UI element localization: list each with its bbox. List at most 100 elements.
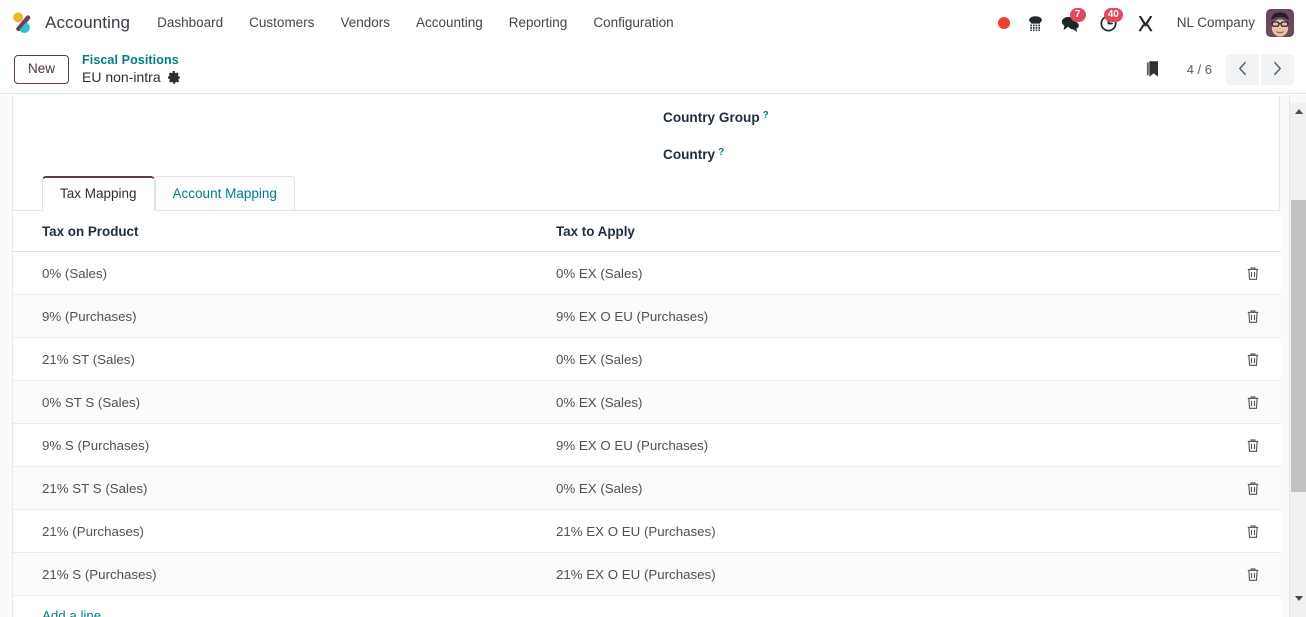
cell-tax-to-apply[interactable]: 0% EX (Sales) [556,466,1224,510]
cell-tax-on-product[interactable]: 21% (Purchases) [13,509,556,553]
cell-tax-on-product[interactable]: 21% ST (Sales) [13,337,556,381]
menu-item-reporting[interactable]: Reporting [496,0,581,46]
table-row[interactable]: 21% ST (Sales) 0% EX (Sales) [13,337,1281,381]
menu-item-customers[interactable]: Customers [236,0,327,46]
chevron-right-icon [1273,61,1282,79]
pager-buttons [1226,54,1294,85]
record-dot-icon[interactable] [989,0,1019,46]
vertical-scrollbar[interactable] [1289,95,1306,617]
messages-count-badge: 7 [1069,8,1086,22]
cell-actions [1224,251,1281,295]
column-header-tax-to-apply[interactable]: Tax to Apply [556,211,1224,252]
activities-clock-icon[interactable]: 40 [1089,0,1129,46]
trash-icon[interactable] [1243,306,1263,326]
cell-tax-on-product[interactable]: 9% (Purchases) [13,294,556,338]
pager-value[interactable]: 4 / 6 [1171,62,1226,77]
top-navbar: Accounting Dashboard Customers Vendors A… [0,0,1306,46]
table-row[interactable]: 9% S (Purchases) 9% EX O EU (Purchases) [13,423,1281,467]
cell-tax-to-apply[interactable]: 9% EX O EU (Purchases) [556,423,1224,467]
scrollbar-track-top [1290,95,1306,103]
menu-item-vendors[interactable]: Vendors [327,0,403,46]
field-country: Country ? [663,147,724,162]
field-label-country: Country [663,147,716,162]
trash-icon[interactable] [1243,349,1263,369]
breadcrumb-parent-fiscal-positions[interactable]: Fiscal Positions [82,53,181,68]
control-panel: New Fiscal Positions EU non-intra 4 / 6 [0,46,1306,94]
help-icon-country-group[interactable]: ? [763,110,769,121]
form-field-columns: Country Group ? Country ? [13,95,1279,177]
cell-actions [1224,423,1281,467]
table-row[interactable]: 21% ST S (Sales) 0% EX (Sales) [13,466,1281,510]
cell-tax-on-product[interactable]: 9% S (Purchases) [13,423,556,467]
user-avatar[interactable] [1266,9,1294,37]
field-country-group: Country Group ? [663,110,769,125]
cell-tax-to-apply[interactable]: 0% EX (Sales) [556,337,1224,381]
cell-actions [1224,380,1281,424]
table-row[interactable]: 0% ST S (Sales) 0% EX (Sales) [13,380,1281,424]
column-header-tax-on-product[interactable]: Tax on Product [13,211,556,252]
scrollbar-thumb[interactable] [1291,200,1306,492]
trash-icon[interactable] [1243,263,1263,283]
tax-mapping-rows: 0% (Sales) 0% EX (Sales) 9% (Purchases) … [13,251,1281,617]
trash-icon[interactable] [1243,392,1263,412]
tab-account-mapping[interactable]: Account Mapping [154,176,295,211]
cell-tax-on-product[interactable]: 0% (Sales) [13,251,556,295]
activities-count-badge: 40 [1103,8,1123,22]
add-line-row: Add a line [13,595,1281,617]
phone-icon[interactable] [1019,0,1053,46]
breadcrumb: Fiscal Positions EU non-intra [82,53,181,85]
add-line-cell: Add a line [13,595,1281,617]
table-row[interactable]: 0% (Sales) 0% EX (Sales) [13,251,1281,295]
trash-icon[interactable] [1243,478,1263,498]
company-name[interactable]: NL Company [1163,0,1266,46]
messages-icon[interactable]: 7 [1053,0,1089,46]
cell-actions [1224,466,1281,510]
table-row[interactable]: 21% S (Purchases) 21% EX O EU (Purchases… [13,552,1281,596]
app-name: Accounting [45,13,131,32]
developer-tools-icon[interactable] [1129,0,1163,46]
notebook-tabs: Tax Mapping Account Mapping [13,176,1279,211]
trash-icon[interactable] [1243,521,1263,541]
field-label-country-group: Country Group [663,110,760,125]
app-brand[interactable]: Accounting [10,10,144,36]
table-row[interactable]: 9% (Purchases) 9% EX O EU (Purchases) [13,294,1281,338]
new-button[interactable]: New [14,54,70,85]
form-sheet: Country Group ? Country ? Tax Mapping Ac… [12,95,1281,617]
main-menu: Dashboard Customers Vendors Accounting R… [144,0,687,46]
cell-tax-to-apply[interactable]: 21% EX O EU (Purchases) [556,509,1224,553]
cell-tax-on-product[interactable]: 21% ST S (Sales) [13,466,556,510]
tax-mapping-table: Tax on Product Tax to Apply 0% (Sales) 0… [13,211,1281,617]
table-row[interactable]: 21% (Purchases) 21% EX O EU (Purchases) [13,509,1281,553]
cell-actions [1224,294,1281,338]
column-header-actions [1224,211,1281,252]
gear-icon[interactable] [167,70,181,84]
scroll-down-arrow-icon[interactable] [1290,590,1306,607]
menu-item-configuration[interactable]: Configuration [580,0,686,46]
cell-tax-to-apply[interactable]: 21% EX O EU (Purchases) [556,552,1224,596]
menu-item-dashboard[interactable]: Dashboard [144,0,236,46]
scroll-up-arrow-icon[interactable] [1290,103,1306,120]
cell-actions [1224,552,1281,596]
pager-next-button[interactable] [1261,54,1294,85]
tab-tax-mapping[interactable]: Tax Mapping [42,176,155,211]
cell-actions [1224,509,1281,553]
chevron-left-icon [1238,61,1247,79]
form-view-content: Country Group ? Country ? Tax Mapping Ac… [0,95,1306,617]
trash-icon[interactable] [1243,564,1263,584]
cell-tax-to-apply[interactable]: 0% EX (Sales) [556,251,1224,295]
cell-tax-on-product[interactable]: 0% ST S (Sales) [13,380,556,424]
cell-tax-to-apply[interactable]: 9% EX O EU (Purchases) [556,294,1224,338]
bookmark-icon[interactable] [1137,55,1171,85]
help-icon-country[interactable]: ? [718,147,724,158]
table-header-row: Tax on Product Tax to Apply [13,211,1281,252]
cell-tax-on-product[interactable]: 21% S (Purchases) [13,552,556,596]
cell-tax-to-apply[interactable]: 0% EX (Sales) [556,380,1224,424]
breadcrumb-current-record: EU non-intra [82,68,161,85]
control-panel-right: 4 / 6 [1137,54,1294,85]
menu-item-accounting[interactable]: Accounting [403,0,496,46]
notebook: Tax Mapping Account Mapping Tax on Produ… [13,176,1281,617]
trash-icon[interactable] [1243,435,1263,455]
pager-previous-button[interactable] [1226,54,1259,85]
systray: 7 40 NL Company [989,0,1294,46]
add-a-line-button[interactable]: Add a line [13,608,101,617]
